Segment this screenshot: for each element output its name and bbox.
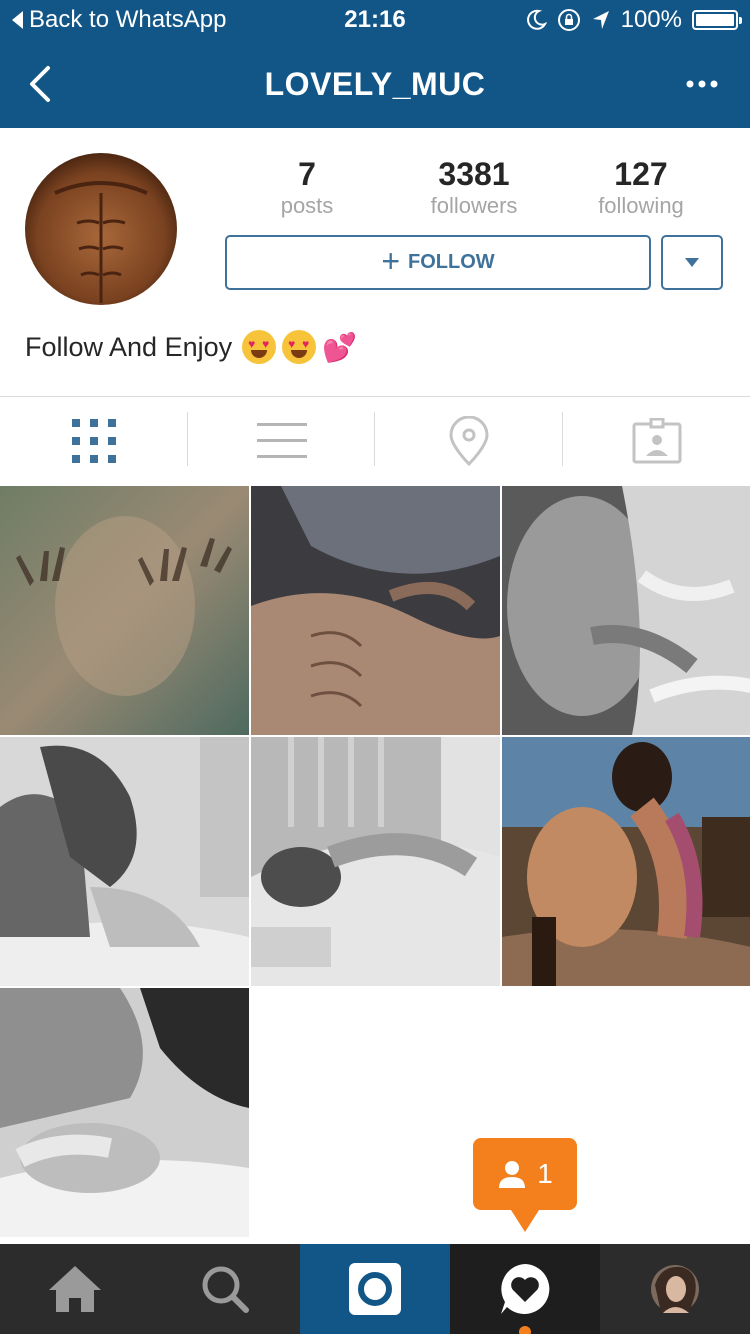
stat-posts: 7 posts: [227, 156, 387, 220]
stat-posts-label: posts: [280, 193, 334, 218]
nav-home[interactable]: [0, 1244, 150, 1334]
stat-followers-value: 3381: [438, 156, 510, 192]
grid-photo[interactable]: [251, 486, 500, 735]
grid-photo[interactable]: [502, 486, 750, 735]
stat-following-label: following: [598, 193, 684, 218]
plus-icon: +: [381, 242, 401, 279]
profile-bio: Follow And Enjoy ♥ ♥ ♥ ♥ 💕: [25, 330, 357, 364]
profile-avatar: [651, 1265, 699, 1313]
heart-eyes-emoji-icon: ♥ ♥: [242, 330, 277, 364]
grid-photo[interactable]: [251, 737, 500, 986]
follow-button[interactable]: + FOLLOW: [225, 235, 651, 290]
photo-image: [0, 737, 249, 986]
stat-followers-label: followers: [430, 193, 518, 218]
bio-text: Follow And Enjoy: [25, 331, 233, 362]
photo-image: [251, 737, 500, 986]
suggestions-dropdown-button[interactable]: [661, 235, 723, 290]
tab-list[interactable]: [188, 398, 375, 484]
rotation-lock-icon: [557, 9, 580, 31]
photo-image: [251, 486, 500, 735]
grid-view-icon: [71, 419, 116, 463]
status-icons: 100%: [525, 6, 742, 34]
location-arrow-icon: [592, 11, 609, 29]
follower-notification-bubble[interactable]: 1: [473, 1138, 577, 1232]
grid-photo[interactable]: [0, 988, 249, 1237]
battery-level: [696, 14, 734, 26]
grid-photo[interactable]: [502, 737, 750, 986]
photo-image: [502, 737, 750, 986]
stat-following[interactable]: 127 following: [561, 156, 721, 220]
status-bar: Back to WhatsApp 21:16 100%: [0, 0, 750, 40]
battery-percent: 100%: [620, 6, 682, 33]
person-icon: [499, 1161, 526, 1188]
grid-photo[interactable]: [0, 486, 249, 735]
location-pin-icon: [448, 416, 489, 466]
nav-activity[interactable]: [450, 1244, 600, 1334]
nav-search[interactable]: [150, 1244, 300, 1334]
divider: [0, 396, 750, 397]
nav-camera[interactable]: [300, 1244, 450, 1334]
tab-grid[interactable]: [0, 398, 187, 484]
nav-bar: LOVELY_MUC: [0, 40, 750, 128]
two-hearts-emoji-icon: 💕: [322, 331, 357, 363]
triangle-down-icon: [685, 258, 699, 267]
photo-image: [0, 486, 249, 735]
back-triangle-icon: [12, 11, 23, 29]
stat-followers[interactable]: 3381 followers: [394, 156, 554, 220]
camera-icon: [349, 1263, 401, 1315]
back-to-app-link[interactable]: Back to WhatsApp: [12, 6, 226, 34]
follow-button-label: FOLLOW: [408, 251, 495, 273]
activity-heart-icon: [501, 1264, 550, 1314]
search-icon: [202, 1266, 249, 1313]
stat-posts-value: 7: [298, 156, 316, 192]
battery-icon: [692, 10, 742, 30]
profile-avatar[interactable]: [25, 153, 177, 305]
heart-eyes-emoji-icon: ♥ ♥: [282, 330, 317, 364]
tagged-photos-icon: [632, 418, 681, 464]
nav-profile[interactable]: [600, 1244, 750, 1334]
bottom-tab-bar: [0, 1244, 750, 1334]
page-title: LOVELY_MUC: [264, 66, 486, 102]
back-to-app-label: Back to WhatsApp: [29, 6, 227, 33]
more-dots-icon[interactable]: [684, 74, 720, 94]
list-view-icon: [256, 423, 307, 458]
stat-following-value: 127: [614, 156, 668, 192]
grid-photo[interactable]: [0, 737, 249, 986]
tab-location[interactable]: [375, 398, 562, 484]
home-icon: [49, 1266, 101, 1312]
profile-stats: 7 posts 3381 followers 127 following: [225, 156, 725, 220]
photo-image: [502, 486, 750, 735]
notification-count: 1: [537, 1158, 553, 1189]
avatar-image: [25, 153, 177, 305]
activity-indicator-dot: [519, 1326, 531, 1334]
photo-image: [0, 988, 249, 1237]
profile-view-tabs: [0, 398, 750, 484]
tab-tagged[interactable]: [563, 398, 750, 484]
moon-icon: [526, 9, 547, 30]
